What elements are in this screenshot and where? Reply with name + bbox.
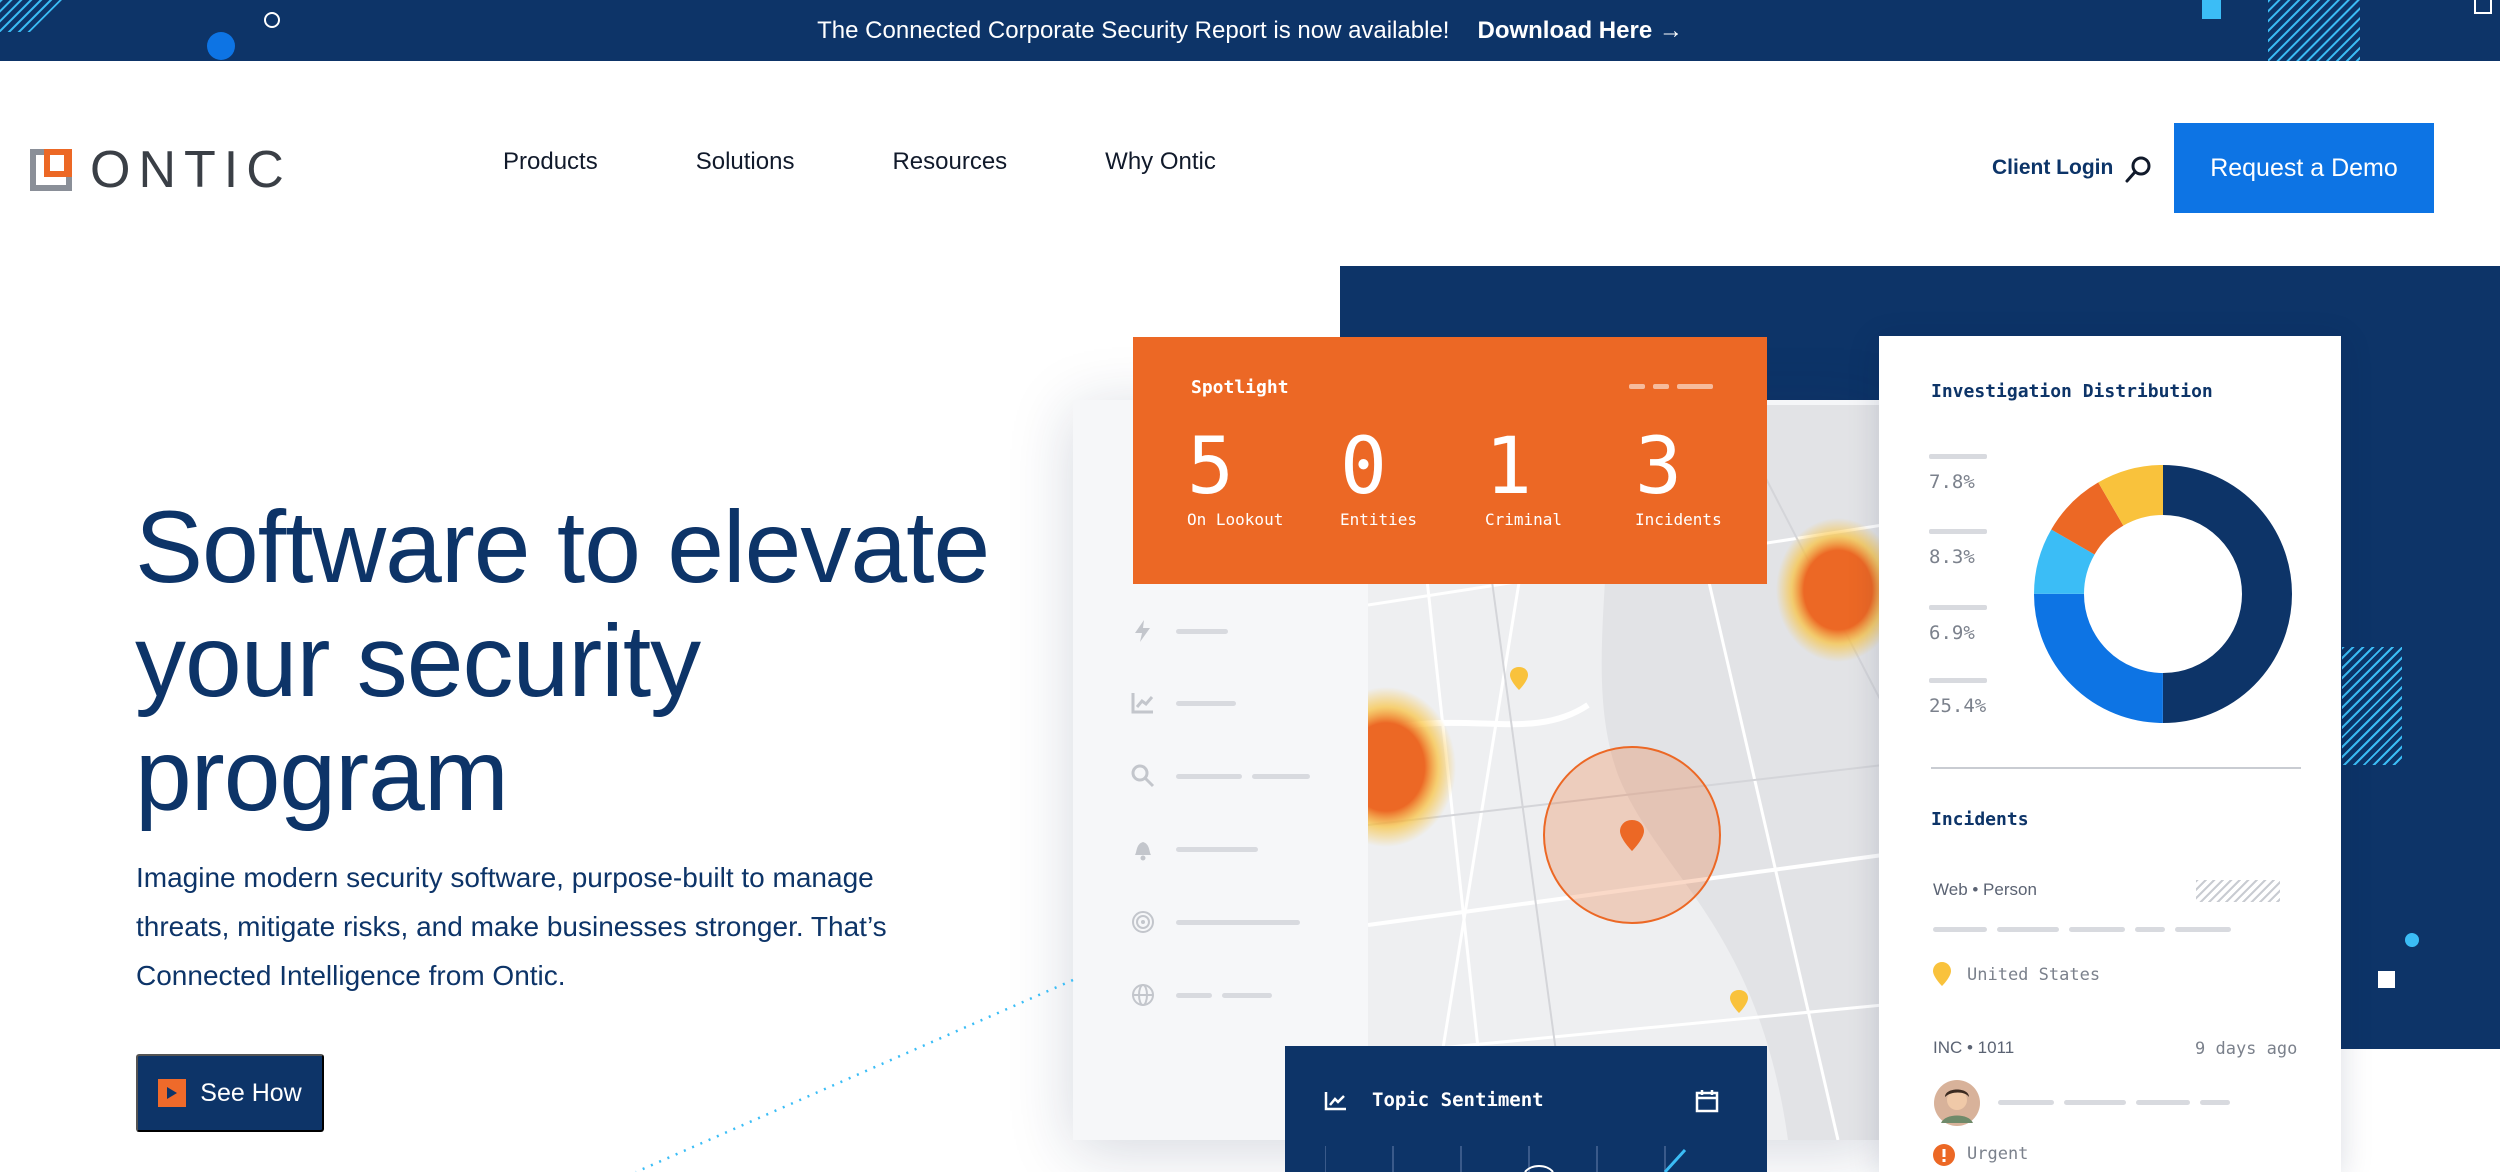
chart-icon: [1131, 693, 1154, 714]
incident-tag-placeholder: [2196, 880, 2280, 902]
hero-subtitle-line: Imagine modern security software, purpos…: [136, 862, 874, 893]
stat-entities: 0 Entities: [1340, 422, 1417, 529]
incidents-title: Incidents: [1931, 809, 2029, 830]
hatch-decoration: [2342, 647, 2402, 765]
distribution-percent: 7.8%: [1929, 471, 1975, 493]
ontic-logo[interactable]: ONTIC: [30, 140, 292, 200]
stat-value: 1: [1485, 422, 1532, 512]
distribution-legend-item: 6.9%: [1929, 605, 1987, 644]
hero-subtitle-line: threats, mitigate risks, and make busine…: [136, 911, 887, 942]
stat-label: On Lookout: [1187, 510, 1284, 529]
search-icon: [1131, 764, 1155, 788]
sidebar-row[interactable]: [1130, 836, 1258, 862]
download-report-link[interactable]: Download Here →: [1477, 17, 1682, 45]
spotlight-label: Spotlight: [1191, 377, 1289, 398]
topic-sentiment-card: Topic Sentiment: [1285, 1046, 1767, 1172]
logo-mark-icon: [30, 149, 72, 191]
distribution-legend-item: 7.8%: [1929, 454, 1987, 493]
nav-why-ontic[interactable]: Why Ontic: [1105, 148, 1216, 176]
hero-subtitle-line: Connected Intelligence from Ontic.: [136, 960, 566, 991]
spotlight-card: Spotlight 5 On Lookout 0 Entities 1 Crim…: [1133, 337, 1767, 584]
incident-status: Urgent: [1967, 1144, 2029, 1164]
placeholder-bars: [1933, 927, 2231, 932]
stat-value: 5: [1187, 422, 1234, 512]
incident-type: Web • Person: [1933, 880, 2037, 899]
distribution-legend-item: 25.4%: [1929, 678, 1987, 717]
hero-title: Software to elevate your security progra…: [135, 490, 1075, 832]
stat-label: Entities: [1340, 510, 1418, 529]
stat-on-lookout: 5 On Lookout: [1187, 422, 1283, 529]
avatar: [1934, 1080, 1980, 1126]
play-icon: [158, 1079, 187, 1107]
announcement-text: The Connected Corporate Security Report …: [817, 16, 1450, 44]
card-menu-icon[interactable]: [1629, 384, 1713, 389]
sidebar-row[interactable]: [1130, 690, 1236, 716]
location-pin-icon: [1933, 962, 1951, 986]
stat-incidents: 3 Incidents: [1635, 422, 1722, 529]
fingerprint-icon: [1132, 911, 1154, 933]
incident-location: United States: [1967, 965, 2101, 985]
investigation-card: Investigation Distribution 7.8% 8.3% 6.9…: [1879, 336, 2341, 1172]
hero-title-line: your security: [135, 604, 701, 718]
distribution-percent: 6.9%: [1929, 622, 1975, 644]
stat-value: 3: [1635, 422, 1682, 512]
sidebar-row[interactable]: [1130, 618, 1228, 644]
card-divider: [1931, 767, 2301, 769]
dot-decoration: [2405, 933, 2419, 947]
bolt-icon: [1135, 620, 1150, 642]
warning-icon: [1933, 1144, 1955, 1166]
stat-label: Criminal: [1485, 510, 1563, 529]
stat-value: 0: [1340, 422, 1387, 512]
client-login-link[interactable]: Client Login: [1992, 156, 2113, 180]
announcement-bar: The Connected Corporate Security Report …: [0, 0, 2500, 61]
calendar-icon[interactable]: [1695, 1089, 1719, 1113]
distribution-percent: 8.3%: [1929, 546, 1975, 568]
distribution-donut-chart: [2034, 465, 2292, 723]
nav-solutions[interactable]: Solutions: [696, 148, 795, 176]
sentiment-chart-preview: [1325, 1146, 1687, 1172]
topic-sentiment-title: Topic Sentiment: [1372, 1089, 1544, 1111]
chart-icon: [1324, 1092, 1346, 1111]
globe-icon: [1132, 984, 1154, 1006]
main-nav: Products Solutions Resources Why Ontic: [503, 148, 1216, 176]
distribution-legend-item: 8.3%: [1929, 529, 1987, 568]
nav-products[interactable]: Products: [503, 148, 598, 176]
incident-id: INC • 1011: [1933, 1038, 2015, 1057]
placeholder-bars: [1998, 1100, 2230, 1105]
distribution-title: Investigation Distribution: [1931, 381, 2213, 402]
sidebar-row[interactable]: [1130, 982, 1272, 1008]
hero-title-line: program: [135, 718, 509, 832]
stat-label: Incidents: [1635, 510, 1722, 529]
see-how-label: See How: [200, 1078, 302, 1107]
request-demo-button[interactable]: Request a Demo: [2174, 123, 2434, 213]
hero-title-line: Software to elevate: [135, 490, 990, 604]
nav-resources[interactable]: Resources: [892, 148, 1007, 176]
square-decoration: [2378, 971, 2395, 988]
logo-text: ONTIC: [90, 141, 292, 199]
bell-icon: [1135, 842, 1151, 861]
search-icon[interactable]: [2124, 154, 2154, 184]
sidebar-row[interactable]: [1130, 909, 1300, 935]
incident-time: 9 days ago: [2195, 1039, 2298, 1059]
hero-subtitle: Imagine modern security software, purpos…: [136, 853, 936, 1000]
sidebar-row[interactable]: [1130, 763, 1310, 789]
distribution-percent: 25.4%: [1929, 695, 1987, 717]
stat-criminal: 1 Criminal: [1485, 422, 1562, 529]
see-how-button[interactable]: See How: [136, 1054, 324, 1132]
